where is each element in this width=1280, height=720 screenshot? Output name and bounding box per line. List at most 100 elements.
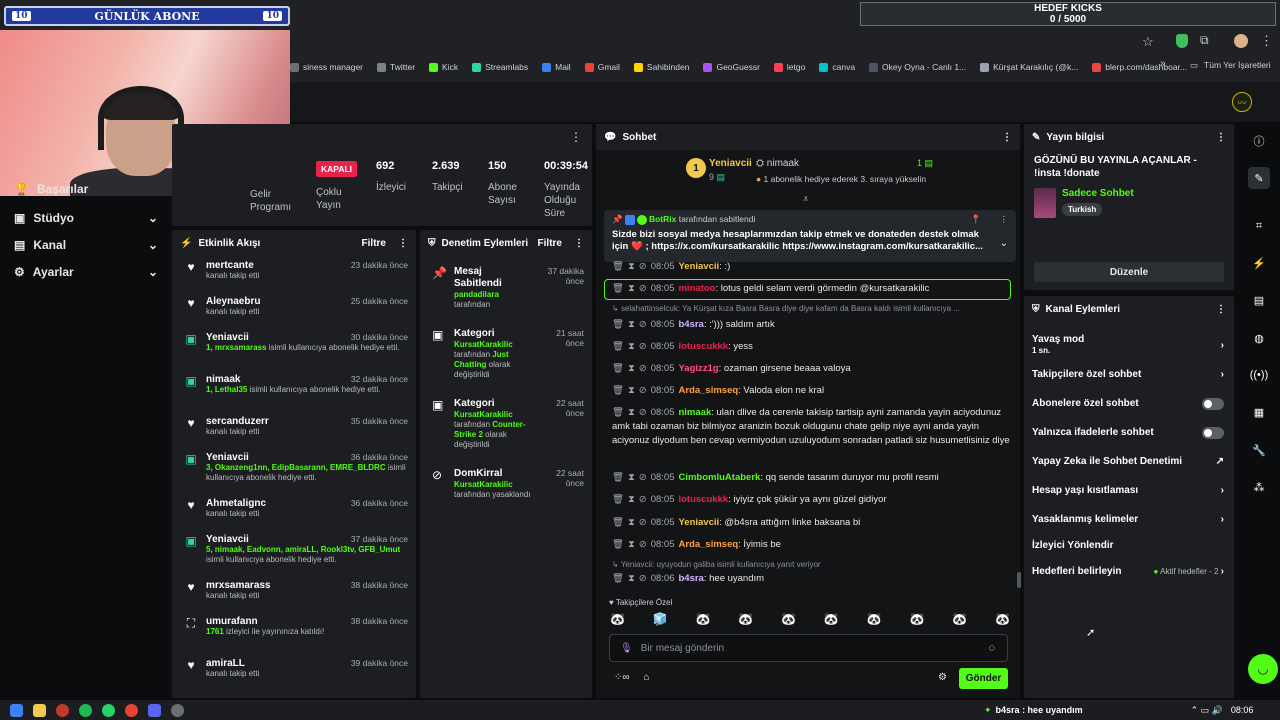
edit-button[interactable]: Düzenle [1034, 262, 1224, 282]
delete-icon[interactable]: 🗑 [612, 363, 624, 374]
ai-moderation-row[interactable]: Yapay Zeka ile Sohbet Denetimi ↗ [1024, 447, 1234, 476]
chat-message[interactable]: 🗑 ⧗ ⊘ 08:05 Arda_simseq: İyimis be [612, 538, 1016, 552]
tray-icons[interactable]: ⌃ ▭ 🔊 [1191, 705, 1223, 716]
info-icon[interactable]: ⓘ [1248, 130, 1270, 152]
sidebar-item-studio[interactable]: ▣ Stüdyo ⌄ [0, 204, 170, 231]
activity-item[interactable]: ♥ mrxsamarass 38 dakika önce kanalı takip e… [172, 576, 416, 612]
emote-icon[interactable]: 🐼 [610, 612, 625, 626]
delete-icon[interactable]: 🗑 [612, 319, 624, 330]
obs-icon[interactable] [171, 703, 184, 717]
broadcast-icon[interactable]: ((•)) [1248, 364, 1270, 386]
emote-icon[interactable]: 🐼 [867, 612, 882, 626]
ban-icon[interactable]: ⊘ [639, 494, 647, 505]
emote-icon[interactable]: 🐼 [738, 612, 753, 626]
chat-bubble-icon[interactable]: ◍ [1248, 327, 1270, 349]
user-avatar[interactable]: 〰 [1232, 92, 1252, 112]
chat-message[interactable]: 🗑 ⧗ ⊘ 08:05 nimaak: ulan dlive da cerenle ta… [612, 406, 1016, 448]
menu-kebab-icon[interactable]: ⋮ [570, 130, 582, 144]
users-infinity-icon[interactable]: ⁘∞ [614, 672, 630, 683]
ban-icon[interactable]: ⊘ [639, 385, 647, 396]
timeout-icon[interactable]: ⧗ [628, 319, 635, 330]
edit-icon[interactable]: ✎ [1248, 167, 1270, 189]
bookmark-item[interactable]: blerp.com/dashboar... [1092, 62, 1187, 72]
delete-icon[interactable]: 🗑 [612, 539, 624, 550]
bookmark-item[interactable]: canva [819, 62, 855, 72]
timeout-icon[interactable]: ⧗ [628, 472, 635, 483]
chrome-icon[interactable] [125, 703, 138, 717]
subs-only-toggle[interactable] [1202, 397, 1224, 410]
chat-message[interactable]: 🗑 ⧗ ⊘ 08:05 Yagizz1g: ozaman girsene beaaa v… [612, 362, 1016, 376]
send-button[interactable]: Gönder [959, 668, 1008, 689]
bookmark-item[interactable]: Kick [429, 62, 458, 72]
bookmark-item[interactable]: siness manager [290, 62, 363, 72]
timeout-icon[interactable]: ⧗ [628, 341, 635, 352]
chat-message[interactable]: 🗑 ⧗ ⊘ 08:05 b4sra: :'))) saldım artık [612, 318, 1016, 332]
chat-scrollbar[interactable] [1017, 572, 1021, 588]
delete-icon[interactable]: 🗑 [612, 261, 624, 272]
emote-icon[interactable]: 🐼 [909, 612, 924, 626]
moderation-item[interactable]: ▣ Kategori KursatKarakilic tarafından Coun… [420, 394, 592, 456]
sidebar-item-channel[interactable]: ▤ Kanal ⌄ [0, 231, 170, 258]
menu-kebab-icon[interactable]: ⋮ [1002, 132, 1012, 143]
bookmark-item[interactable]: Gmail [584, 62, 620, 72]
bookmark-item[interactable]: letgo [773, 62, 805, 72]
ban-icon[interactable]: ⊘ [639, 341, 647, 352]
activity-item[interactable]: ♥ mertcante 23 dakika önce kanalı takip ett… [172, 256, 416, 292]
tag-chip[interactable]: Turkish [1062, 203, 1103, 216]
bookmark-item[interactable]: Mail [542, 62, 571, 72]
bookmark-item[interactable]: GeoGuessr [703, 62, 760, 72]
emote-icon[interactable]: 🐼 [995, 612, 1010, 626]
ban-icon[interactable]: ⊘ [639, 319, 647, 330]
opera-icon[interactable] [56, 703, 69, 717]
chat-input-field[interactable]: 🎙 Bir mesaj gönderin ☺ [609, 634, 1008, 662]
followers-only-chat-row[interactable]: Takipçilere özel sohbet › [1024, 360, 1234, 389]
bookmark-item[interactable]: Kürşat Karakılıç (@k... [980, 62, 1078, 72]
ban-icon[interactable]: ⊘ [639, 517, 647, 528]
folder-icon[interactable] [33, 703, 46, 717]
ban-icon[interactable]: ⊘ [639, 407, 647, 418]
lightning-icon[interactable]: ⚡ [1248, 252, 1270, 274]
unpin-icon[interactable]: 📍 [971, 214, 982, 225]
ban-icon[interactable]: ⊘ [639, 472, 647, 483]
timeout-icon[interactable]: ⧗ [628, 261, 635, 272]
set-goals-row[interactable]: Hedefleri belirleyin ● Aktif hedefler - … [1024, 556, 1234, 586]
chat-message[interactable]: 🗑 ⧗ ⊘ 08:06 b4sra: hee uyandım [612, 572, 1016, 586]
extensions-icon[interactable]: ⧉ [1200, 33, 1209, 48]
moderation-item[interactable]: ▣ Kategori KursatKarakilic tarafından Just… [420, 324, 592, 386]
activity-item[interactable]: ⛶ umurafann 38 dakika önce 1761 izleyici il… [172, 612, 416, 654]
shield-extension-icon[interactable] [1176, 34, 1188, 48]
activity-item[interactable]: ▣ Yeniavcii 36 dakika önce 3, Okanzeng1nn, … [172, 448, 416, 494]
menu-kebab-icon[interactable]: ⋮ [1216, 304, 1226, 315]
timeout-icon[interactable]: ⧗ [628, 283, 635, 294]
help-chat-button[interactable]: ◡ [1248, 654, 1278, 684]
filter-button[interactable]: Filtre [538, 238, 562, 249]
activity-item[interactable]: ♥ amiraLL 39 dakika önce kanalı takip etti [172, 654, 416, 690]
ban-icon[interactable]: ⊘ [639, 363, 647, 374]
delete-icon[interactable]: 🗑 [612, 517, 624, 528]
delete-icon[interactable]: 🗑 [612, 385, 624, 396]
emote-icon[interactable]: 🐼 [781, 612, 796, 626]
star-icon[interactable]: ☆ [1142, 34, 1154, 50]
activity-item[interactable]: ▣ Yeniavcii 37 dakika önce 5, nimaak, Eadvo… [172, 530, 416, 576]
sidebar-item-achievements[interactable]: 🏆 Başarılar [0, 174, 170, 204]
timeout-icon[interactable]: ⧗ [628, 539, 635, 550]
menu-kebab-icon[interactable]: ⋮ [1260, 33, 1273, 49]
users-icon[interactable]: ⁂ [1248, 476, 1270, 498]
activity-item[interactable]: ▣ nimaak 32 dakika önce 1, Lethal35 isimli … [172, 370, 416, 412]
chat-message[interactable]: 🗑 ⧗ ⊘ 08:05 CimbomluAtaberk: qq sende tasarı… [612, 471, 1016, 485]
document-icon[interactable]: ▤ [1248, 289, 1270, 311]
chat-message[interactable]: 🗑 ⧗ ⊘ 08:05 Yeniavcii: @b4sra attığım linke … [612, 516, 1016, 530]
emote-only-toggle[interactable] [1202, 426, 1224, 439]
emote-icon[interactable]: 🐼 [824, 612, 839, 626]
bookmark-item[interactable]: Twitter [377, 62, 415, 72]
emoji-icon[interactable]: ☺ [987, 643, 997, 654]
slow-mode-row[interactable]: Yavaş mod 1 sn. › [1024, 334, 1234, 356]
start-icon[interactable] [10, 703, 23, 717]
delete-icon[interactable]: 🗑 [612, 573, 624, 584]
menu-kebab-icon[interactable]: ⋮ [1216, 132, 1226, 143]
crop-icon[interactable]: ⌗ [1248, 215, 1270, 237]
chat-message[interactable]: 🗑 ⧗ ⊘ 08:05 Arda_simseq: Valoda elon ne kral [612, 384, 1016, 398]
emote-icon[interactable]: 🐼 [696, 612, 711, 626]
chevron-down-icon[interactable]: ⌄ [1000, 238, 1008, 249]
wrench-icon[interactable]: 🔧 [1248, 439, 1270, 461]
